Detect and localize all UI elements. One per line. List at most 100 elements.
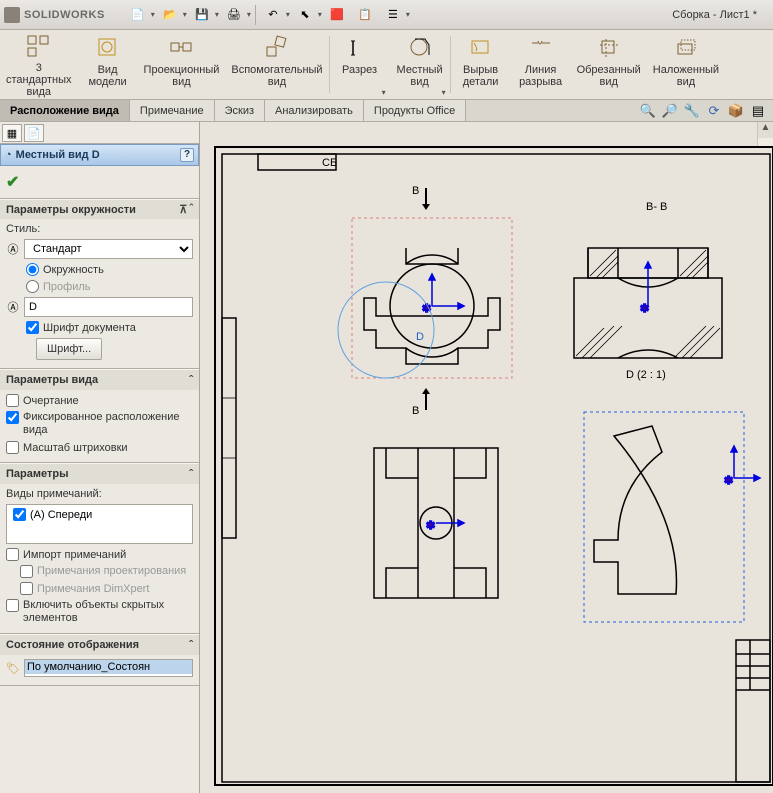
display-state-item[interactable]: По умолчанию_Состоян — [25, 660, 192, 674]
ribbon-3views[interactable]: 3 стандартных вида — [0, 30, 78, 99]
ribbon-label: Вспомогательный вид — [231, 64, 322, 88]
ribbon-crop-view[interactable]: Обрезанный вид — [571, 30, 647, 99]
tab-annotation[interactable]: Примечание — [130, 100, 215, 121]
ok-button[interactable]: ✔ — [6, 174, 19, 191]
chevron-down-icon[interactable]: ▾ — [215, 10, 219, 19]
ribbon-broken-out[interactable]: Вырыв детали — [451, 30, 511, 99]
hatch-checkbox[interactable] — [6, 441, 19, 454]
options-button[interactable]: 📋 — [352, 3, 378, 27]
rebuild-button[interactable]: 🟥 — [324, 3, 350, 27]
zoom-fit-icon[interactable]: 🔍 — [639, 102, 657, 120]
chevron-up-icon: ˆ — [189, 203, 193, 216]
display-style-icon[interactable]: 📦 — [727, 102, 745, 120]
section-circle-params[interactable]: Параметры окружности ⊼ˆ — [0, 200, 199, 219]
save-button[interactable]: 💾 — [189, 3, 215, 27]
svg-text:✱: ✱ — [426, 520, 435, 532]
fixed-checkbox[interactable] — [6, 411, 19, 424]
chevron-down-icon[interactable]: ▾ — [286, 10, 290, 19]
new-button[interactable]: 📄 — [125, 3, 151, 27]
section-params[interactable]: Параметры ˆ — [0, 464, 199, 484]
chevron-down-icon[interactable]: ▾ — [247, 10, 251, 19]
chevron-down-icon[interactable]: ▾ — [151, 10, 155, 19]
tab-sketch[interactable]: Эскиз — [215, 100, 265, 121]
svg-text:✱: ✱ — [640, 303, 649, 315]
crop-view-icon — [595, 34, 623, 62]
doc-font-checkbox[interactable] — [26, 321, 39, 334]
import-ann-checkbox[interactable] — [6, 548, 19, 561]
hide-show-icon[interactable]: ▤ — [749, 102, 767, 120]
radio-profile[interactable] — [26, 280, 39, 293]
ann-types-list[interactable]: (A) Спереди — [6, 504, 193, 544]
front-checkbox[interactable] — [13, 508, 26, 521]
section-display-state[interactable]: Состояние отображения ˆ — [0, 635, 199, 655]
ribbon-section[interactable]: Разрез ▾ — [330, 30, 390, 99]
ribbon-alt-pos[interactable]: Наложенный вид — [647, 30, 725, 99]
feature-tree-tab[interactable]: ▦ — [2, 124, 22, 142]
drawing-canvas[interactable]: ▲ ▼ СБ — [200, 122, 773, 793]
hidden-checkbox[interactable] — [6, 599, 19, 612]
zoom-area-icon[interactable]: 🔎 — [661, 102, 679, 120]
view-tool-icon[interactable]: 🔧 — [683, 102, 701, 120]
rebuild-icon: 🟥 — [330, 8, 344, 21]
tab-view-layout[interactable]: Расположение вида — [0, 100, 130, 121]
ribbon-aux-view[interactable]: Вспомогательный вид — [225, 30, 328, 99]
command-tabs: Расположение вида Примечание Эскиз Анали… — [0, 100, 773, 122]
tab-evaluate[interactable]: Анализировать — [265, 100, 364, 121]
panel-title-bar: ◔ Местный вид D ? — [0, 144, 199, 166]
proj-ann-checkbox[interactable] — [20, 565, 33, 578]
section-mark: B — [412, 185, 419, 197]
save-icon: 💾 — [195, 8, 209, 21]
chevron-up-icon: ˆ — [189, 373, 193, 387]
customize-button[interactable]: ☰ — [380, 3, 406, 27]
select-button[interactable]: ⬉ — [292, 3, 318, 27]
rotate-icon[interactable]: ⟳ — [705, 102, 723, 120]
ribbon: 3 стандартных вида Вид модели Проекционн… — [0, 30, 773, 100]
property-tab[interactable]: 📄 — [24, 124, 44, 142]
outline-checkbox[interactable] — [6, 394, 19, 407]
ribbon-detail-view[interactable]: Местный вид ▾ — [390, 30, 450, 99]
break-line-icon — [527, 34, 555, 62]
detail-label: D (2 : 1) — [626, 369, 666, 381]
print-button[interactable]: 🖨 — [221, 3, 247, 27]
dimxpert-checkbox[interactable] — [20, 582, 33, 595]
ann-types-label: Виды примечаний: — [6, 488, 102, 500]
open-button[interactable]: 📂 — [157, 3, 183, 27]
chevron-down-icon[interactable]: ▾ — [318, 10, 322, 19]
svg-text:СБ: СБ — [322, 157, 337, 169]
style-select[interactable]: Стандарт — [24, 239, 193, 259]
list-icon: ☰ — [388, 8, 398, 21]
property-manager: ▦ 📄 ◔ Местный вид D ? ✔ Параметры окружн… — [0, 122, 200, 793]
chevron-up-icon: ˆ — [189, 638, 193, 652]
ribbon-proj-view[interactable]: Проекционный вид — [138, 30, 226, 99]
ribbon-break-line[interactable]: Линия разрыва — [511, 30, 571, 99]
detail-letter: D — [416, 331, 424, 343]
app-name: SOLIDWORKS — [24, 9, 105, 21]
display-state-icon: 🏷 — [6, 662, 20, 675]
chevron-down-icon[interactable]: ▾ — [183, 10, 187, 19]
detail-view-icon: ◔ — [5, 149, 12, 161]
section-icon — [346, 34, 374, 62]
detail-name-input[interactable] — [24, 297, 193, 317]
import-ann-label: Импорт примечаний — [23, 549, 126, 561]
section-label: B- B — [646, 201, 667, 213]
quick-access-toolbar: 📄▾ 📂▾ 💾▾ 🖨▾ ↶▾ ⬉▾ 🟥 📋 ☰▾ — [125, 3, 410, 27]
chevron-down-icon[interactable]: ▾ — [406, 10, 410, 19]
aux-view-icon — [263, 34, 291, 62]
ribbon-model-view[interactable]: Вид модели — [78, 30, 138, 99]
font-button[interactable]: Шрифт... — [36, 338, 102, 360]
section-view-params[interactable]: Параметры вида ˆ — [0, 370, 199, 390]
scroll-up-arrow[interactable]: ▲ — [758, 122, 773, 138]
radio-circle[interactable] — [26, 263, 39, 276]
proj-ann-label: Примечания проектирования — [37, 565, 186, 578]
help-button[interactable]: ? — [180, 148, 194, 162]
app-logo: SOLIDWORKS — [4, 7, 105, 23]
alt-pos-icon — [672, 34, 700, 62]
dimxpert-label: Примечания DimXpert — [37, 583, 149, 595]
circle-a-icon: Ⓐ — [6, 299, 20, 315]
outline-label: Очертание — [23, 395, 79, 407]
tab-office[interactable]: Продукты Office — [364, 100, 466, 121]
sheet-icon: 📄 — [27, 127, 41, 140]
undo-button[interactable]: ↶ — [260, 3, 286, 27]
pin-icon[interactable]: ⊼ — [179, 203, 187, 216]
ribbon-label: 3 стандартных вида — [6, 62, 72, 98]
